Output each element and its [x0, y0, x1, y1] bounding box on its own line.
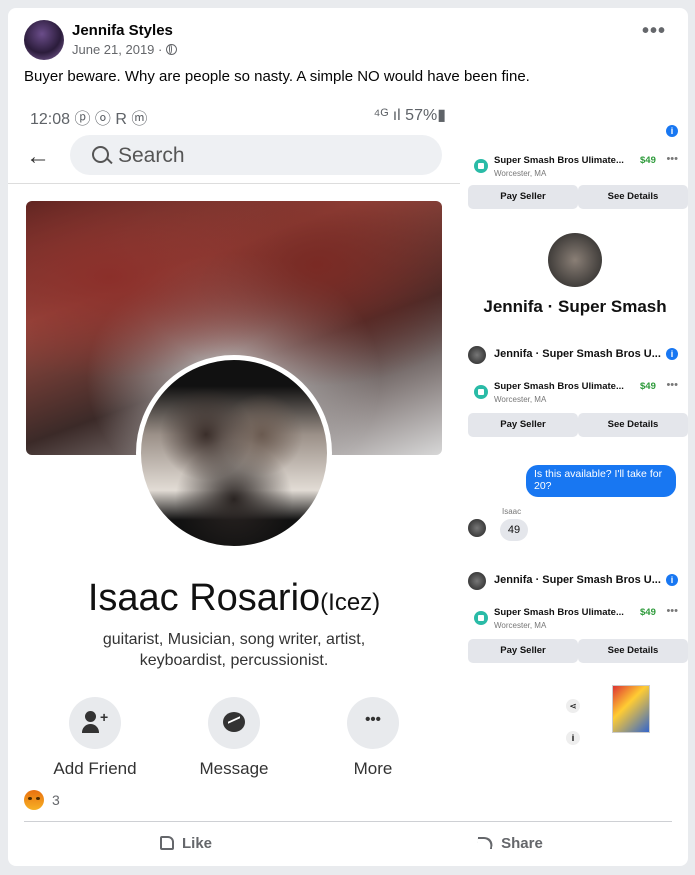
- thread-title-large: Jennifa · Super Smash: [483, 297, 667, 316]
- thread-header: Jennifa · Super Smash Bros U... i: [462, 341, 688, 369]
- listing-item: Super Smash Bros Ulimate... $49 Worceste…: [468, 149, 682, 185]
- thread-avatar: [548, 233, 602, 287]
- add-friend-label: Add Friend: [53, 759, 137, 778]
- game-thumbnail: [612, 685, 650, 733]
- post-card: Jennifa Styles June 21, 2019 · ••• Buyer…: [8, 8, 688, 866]
- profile-name: Isaac Rosario(Icez): [8, 577, 460, 620]
- pay-seller-button: Pay Seller: [468, 185, 578, 209]
- info-icon: i: [666, 348, 678, 360]
- listing-price: $49: [640, 155, 656, 166]
- incoming-message: 49: [500, 519, 528, 541]
- see-details-button: See Details: [578, 185, 688, 209]
- angry-reaction-icon: [24, 790, 44, 810]
- ellipsis-icon: •••: [666, 153, 678, 165]
- like-icon: [159, 836, 174, 850]
- marketplace-screenshots: i Super Smash Bros Ulimate... $49 Worces…: [462, 99, 688, 779]
- divider: [24, 821, 672, 822]
- share-label: Share: [501, 834, 543, 852]
- more-icon: •••: [347, 697, 399, 749]
- post-meta: June 21, 2019 ·: [72, 42, 178, 57]
- profile-name-text: Isaac Rosario: [87, 577, 321, 619]
- author-avatar[interactable]: [24, 20, 64, 60]
- profile-screenshot: 12:08 ⓟ ⓞ R ⓜ ⁴ᴳ ıl 57%▮ ← Search Isaac …: [8, 99, 460, 779]
- globe-icon: [166, 44, 178, 55]
- ellipsis-icon: •••: [666, 379, 678, 391]
- see-details-button: See Details: [578, 639, 688, 663]
- thread-avatar-small: [468, 346, 486, 364]
- listing-location: Worcester, MA: [494, 395, 547, 404]
- reaction-count: 3: [52, 792, 60, 808]
- marketplace-panel-2: Jennifa · Super Smash Bros U... i Super …: [462, 337, 688, 552]
- search-placeholder: Search: [118, 144, 185, 167]
- add-friend-icon: +: [69, 697, 121, 749]
- sender-name: Isaac: [502, 507, 522, 516]
- status-bar-left: 12:08 ⓟ ⓞ R ⓜ: [30, 111, 148, 128]
- sender-avatar: [468, 519, 486, 537]
- info-icon: i: [566, 731, 580, 745]
- share-icon: [476, 837, 495, 849]
- share-icon: ⋖: [566, 699, 580, 713]
- info-icon: i: [666, 125, 678, 137]
- share-button[interactable]: Share: [348, 826, 672, 860]
- ellipsis-icon: •••: [666, 605, 678, 617]
- listing-item: Super Smash Bros Ulimate... $49 Worceste…: [468, 601, 682, 637]
- more-label: More: [353, 759, 393, 778]
- post-date[interactable]: June 21, 2019 ·: [72, 42, 162, 57]
- search-bar: Search: [70, 135, 442, 175]
- listing-item: Super Smash Bros Ulimate... $49 Worceste…: [468, 375, 682, 411]
- marketplace-icon: [474, 385, 488, 399]
- listing-title: Super Smash Bros Ulimate...: [494, 381, 624, 392]
- like-button[interactable]: Like: [24, 826, 348, 860]
- post-caption: Buyer beware. Why are people so nasty. A…: [24, 68, 530, 85]
- thread-avatar-small: [468, 572, 486, 590]
- marketplace-icon: [474, 611, 488, 625]
- listing-location: Worcester, MA: [494, 621, 547, 630]
- message-label: Message: [199, 759, 269, 778]
- marketplace-panel-1: i Super Smash Bros Ulimate... $49 Worces…: [462, 99, 688, 327]
- marketplace-panel-3: Jennifa · Super Smash Bros U... i Super …: [462, 563, 688, 673]
- info-icon: i: [666, 574, 678, 586]
- marketplace-icon: [474, 159, 488, 173]
- search-icon: [92, 146, 109, 163]
- thread-title: Jennifa · Super Smash Bros U...: [494, 348, 661, 360]
- listing-location: Worcester, MA: [494, 169, 547, 178]
- listing-price: $49: [640, 607, 656, 618]
- like-label: Like: [181, 834, 212, 852]
- see-details-button: See Details: [578, 413, 688, 437]
- author-name[interactable]: Jennifa Styles: [72, 22, 173, 39]
- more-options-icon[interactable]: •••: [642, 21, 666, 41]
- status-bar-right: ⁴ᴳ ıl 57%▮: [373, 107, 446, 124]
- more-action: ••• More: [318, 697, 428, 779]
- pay-seller-button: Pay Seller: [468, 413, 578, 437]
- profile-bio: guitarist, Musician, song writer, artist…: [102, 631, 366, 669]
- reactions[interactable]: 3: [24, 790, 60, 810]
- divider: [8, 183, 460, 184]
- profile-picture: [136, 355, 332, 551]
- add-friend-action: + Add Friend: [40, 697, 150, 779]
- message-action: Message: [179, 697, 289, 779]
- post-media[interactable]: 12:08 ⓟ ⓞ R ⓜ ⁴ᴳ ıl 57%▮ ← Search Isaac …: [8, 99, 688, 779]
- profile-nickname: (Icez): [320, 589, 381, 616]
- listing-price: $49: [640, 381, 656, 392]
- thread-header: Jennifa · Super Smash Bros U... i: [462, 567, 688, 595]
- listing-title: Super Smash Bros Ulimate...: [494, 607, 624, 618]
- thread-title: Jennifa · Super Smash Bros U...: [494, 574, 661, 586]
- pay-seller-button: Pay Seller: [468, 639, 578, 663]
- listing-title: Super Smash Bros Ulimate...: [494, 155, 624, 166]
- messenger-icon: [208, 697, 260, 749]
- back-arrow-icon: ←: [26, 143, 50, 170]
- outgoing-message: Is this available? I'll take for 20?: [526, 465, 676, 497]
